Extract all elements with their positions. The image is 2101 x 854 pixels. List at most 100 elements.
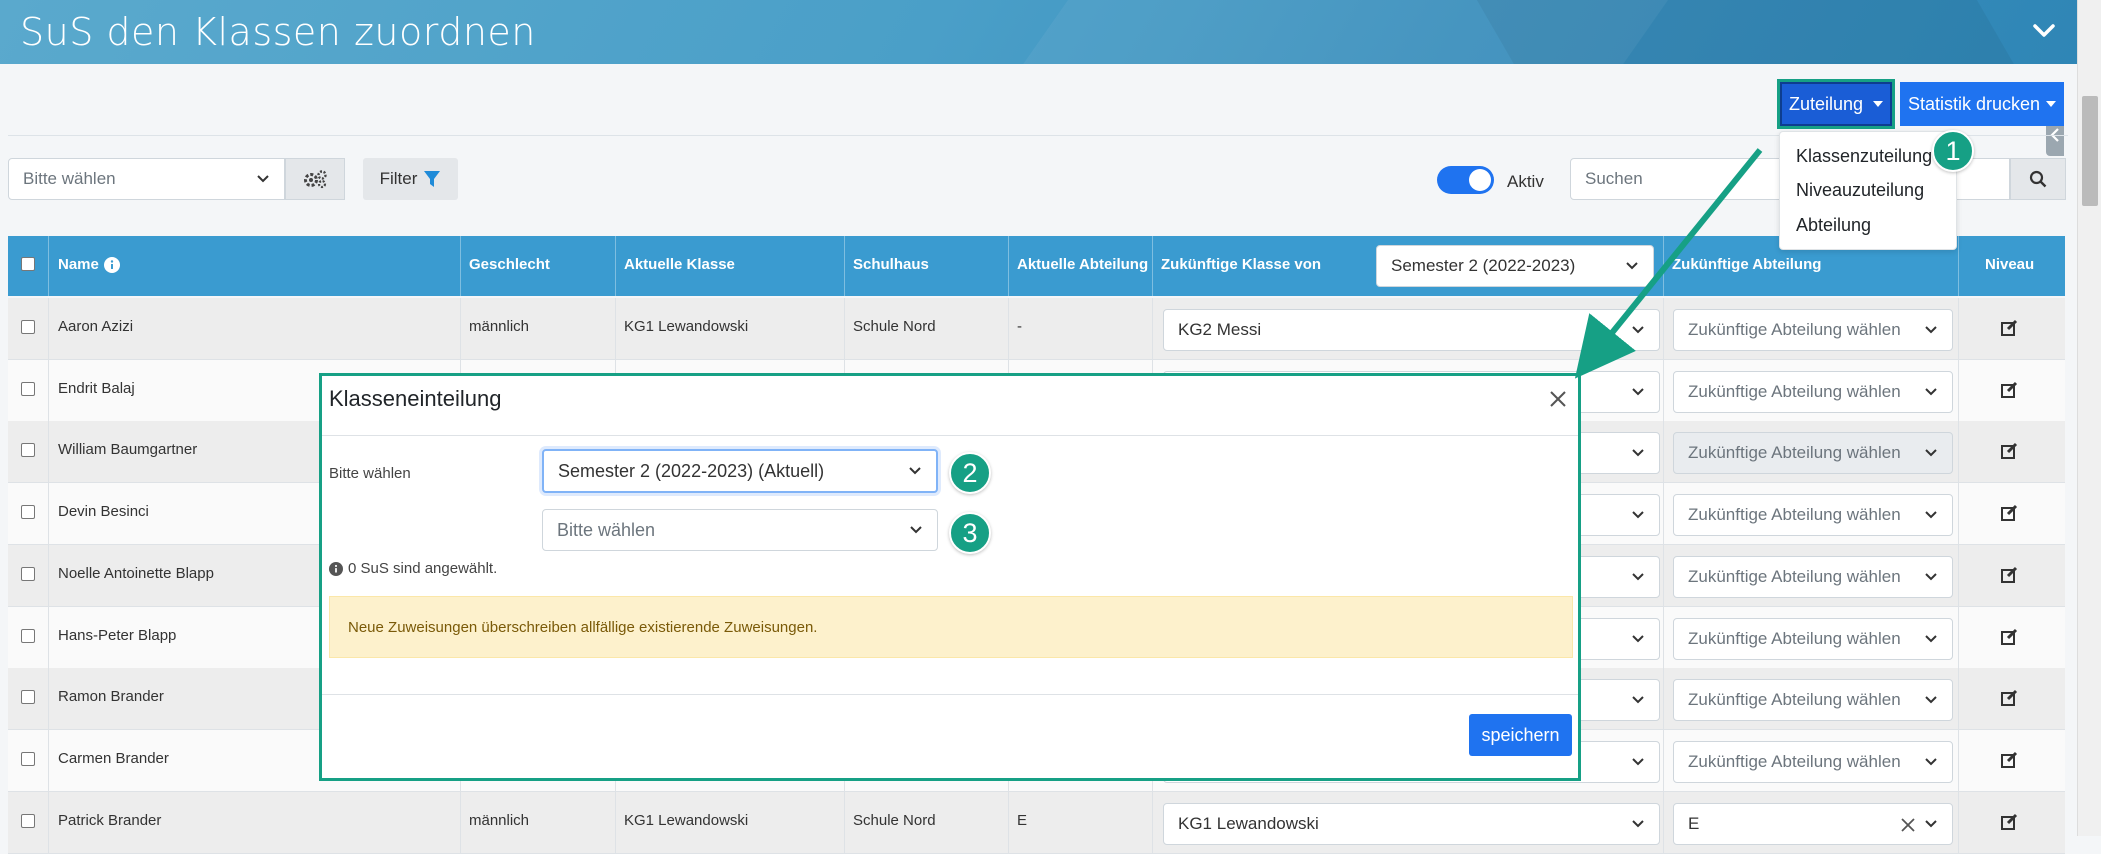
edit-icon[interactable]	[2000, 628, 2018, 651]
cell-name: Devin Besinci	[58, 503, 149, 521]
modal-title: Klasseneinteilung	[329, 386, 502, 411]
info-icon	[329, 561, 343, 576]
statistik-label: Statistik drucken	[1907, 93, 2041, 114]
chevron-down-icon	[910, 526, 922, 534]
cell-name: Carmen Brander	[58, 749, 169, 767]
page-header: SuS den Klassen zuordnen	[0, 0, 2077, 64]
row-checkbox[interactable]	[21, 690, 35, 705]
step-badge-3: 3	[949, 512, 991, 554]
edit-icon[interactable]	[2000, 504, 2018, 527]
menu-item-abteilung[interactable]: Abteilung	[1796, 215, 1871, 236]
modal-semester-value: Semester 2 (2022-2023) (Aktuell)	[558, 460, 825, 481]
settings-button[interactable]	[285, 158, 345, 200]
zukuenftige-abteilung-select[interactable]: Zukünftige Abteilung wählen	[1673, 555, 1953, 598]
cell-name: Noelle Antoinette Blapp	[58, 564, 214, 582]
filter-button[interactable]: Filter	[363, 158, 458, 200]
chevron-down-icon	[1632, 819, 1644, 828]
zukuenftige-klasse-value: KG1 Lewandowski	[1178, 813, 1319, 833]
info-icon	[103, 256, 120, 273]
col-zukuenftige-klasse[interactable]: Zukünftige Klasse von	[1161, 256, 1321, 273]
row-checkbox[interactable]	[21, 566, 35, 581]
cell-aktuelle-abteilung: E	[1017, 811, 1028, 829]
col-aktuelle-abteilung[interactable]: Aktuelle Abteilung	[1017, 256, 1148, 273]
chevron-down-icon	[1925, 326, 1937, 334]
edit-icon[interactable]	[2000, 751, 2018, 774]
step-badge-2: 2	[949, 452, 991, 494]
edit-icon[interactable]	[2000, 813, 2018, 836]
menu-item-niveauzuteilung[interactable]: Niveauzuteilung	[1796, 180, 1924, 201]
statistik-drucken-button[interactable]: Statistik drucken	[1900, 82, 2064, 126]
edit-icon[interactable]	[2000, 442, 2018, 465]
row-checkbox[interactable]	[21, 813, 35, 828]
row-checkbox[interactable]	[21, 320, 35, 334]
zukuenftige-klasse-select[interactable]: KG2 Messi	[1163, 309, 1660, 351]
chevron-down-icon	[1925, 758, 1937, 766]
zukuenftige-klasse-select[interactable]: KG1 Lewandowski	[1163, 802, 1660, 845]
cell-schulhaus: Schule Nord	[853, 811, 936, 829]
chevron-down-icon	[1925, 696, 1937, 704]
search-button[interactable]	[2010, 158, 2066, 200]
chevron-down-icon	[909, 467, 921, 475]
zukuenftige-abteilung-placeholder: Zukünftige Abteilung wählen	[1688, 505, 1901, 525]
table-row: Patrick Brander männlich KG1 Lewandowski Sc…	[8, 791, 2065, 854]
col-geschlecht[interactable]: Geschlecht	[469, 256, 550, 273]
cell-name: Endrit Balaj	[58, 379, 135, 397]
class-select-placeholder: Bitte wählen	[23, 169, 116, 188]
zukuenftige-abteilung-select[interactable]: Zukünftige Abteilung wählen	[1673, 617, 1953, 660]
semester-select[interactable]: Semester 2 (2022-2023)	[1376, 245, 1654, 287]
row-checkbox[interactable]	[21, 381, 35, 396]
chevron-down-icon	[1632, 449, 1644, 457]
class-select[interactable]: Bitte wählen	[8, 158, 285, 200]
zukuenftige-abteilung-select[interactable]: Zukünftige Abteilung wählen	[1673, 432, 1953, 475]
zukuenftige-abteilung-placeholder: Zukünftige Abteilung wählen	[1688, 751, 1901, 771]
row-checkbox[interactable]	[21, 443, 35, 458]
save-button[interactable]: speichern	[1469, 714, 1572, 756]
select-all-checkbox[interactable]	[21, 257, 35, 271]
semester-select-value: Semester 2 (2022-2023)	[1391, 256, 1576, 275]
cell-aktuelle-abteilung: -	[1017, 318, 1022, 335]
zuteilung-label: Zuteilung	[1788, 93, 1864, 114]
aktiv-label: Aktiv	[1507, 172, 1544, 191]
filter-label: Filter	[379, 169, 418, 188]
col-name-label: Name	[58, 256, 99, 273]
col-zukuenftige-abteilung[interactable]: Zukünftige Abteilung	[1672, 256, 1821, 273]
zuteilung-button[interactable]: Zuteilung	[1777, 79, 1895, 129]
row-checkbox[interactable]	[21, 751, 35, 766]
close-icon[interactable]	[1548, 389, 1568, 414]
modal-class-select[interactable]: Bitte wählen	[542, 509, 938, 551]
col-aktuelle-klasse[interactable]: Aktuelle Klasse	[624, 256, 735, 273]
zukuenftige-abteilung-placeholder: Zukünftige Abteilung wählen	[1688, 320, 1901, 339]
zukuenftige-abteilung-select[interactable]: Zukünftige Abteilung wählen	[1673, 740, 1953, 783]
cell-geschlecht: männlich	[469, 318, 530, 335]
chevron-down-icon	[1632, 573, 1644, 581]
col-name[interactable]: Name	[58, 256, 120, 273]
page-title: SuS den Klassen zuordnen	[20, 10, 536, 54]
chevron-down-icon[interactable]	[2029, 16, 2059, 46]
selection-info: 0 SuS sind angewählt.	[329, 560, 497, 577]
col-schulhaus[interactable]: Schulhaus	[853, 256, 929, 273]
cell-name: William Baumgartner	[58, 441, 198, 459]
row-checkbox[interactable]	[21, 505, 35, 520]
scrollbar[interactable]	[2077, 0, 2101, 836]
zukuenftige-abteilung-select[interactable]: Zukünftige Abteilung wählen	[1673, 679, 1953, 722]
modal-semester-select[interactable]: Semester 2 (2022-2023) (Aktuell)	[542, 449, 938, 493]
chevron-down-icon	[1632, 758, 1644, 766]
edit-icon[interactable]	[2000, 689, 2018, 712]
zukuenftige-abteilung-select[interactable]: E	[1673, 802, 1953, 845]
menu-item-klassenzuteilung[interactable]: Klassenzuteilung	[1796, 146, 1932, 167]
zukuenftige-abteilung-select[interactable]: Zukünftige Abteilung wählen	[1673, 309, 1953, 351]
zukuenftige-abteilung-select[interactable]: Zukünftige Abteilung wählen	[1673, 370, 1953, 413]
edit-icon[interactable]	[2000, 566, 2018, 589]
zukuenftige-abteilung-value: E	[1688, 813, 1700, 833]
chevron-down-icon	[1632, 634, 1644, 642]
caret-down-icon	[1873, 101, 1884, 107]
row-checkbox[interactable]	[21, 628, 35, 643]
edit-icon[interactable]	[2000, 319, 2018, 342]
aktiv-toggle[interactable]	[1437, 166, 1494, 194]
zukuenftige-abteilung-select[interactable]: Zukünftige Abteilung wählen	[1673, 494, 1953, 537]
edit-icon[interactable]	[2000, 381, 2018, 404]
toolbar-divider	[8, 135, 2068, 136]
clear-icon[interactable]	[1900, 817, 1916, 833]
col-niveau[interactable]: Niveau	[1985, 256, 2034, 273]
cell-aktuelle-klasse: KG1 Lewandowski	[624, 811, 749, 829]
